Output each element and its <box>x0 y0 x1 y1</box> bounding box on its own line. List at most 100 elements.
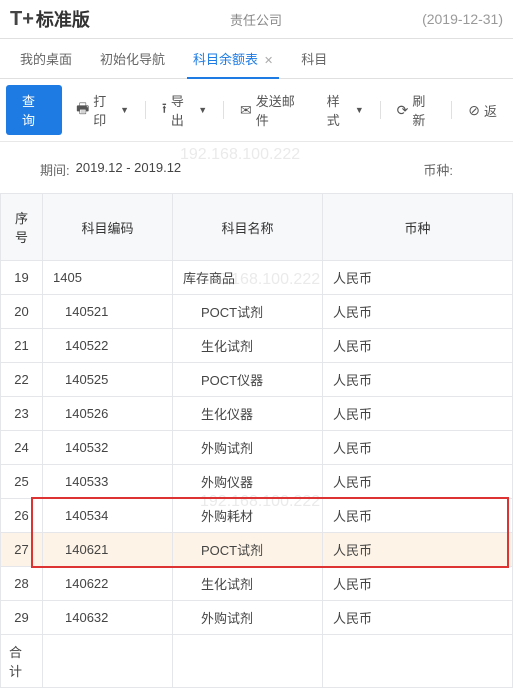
cell-code: 140532 <box>43 431 173 465</box>
table-row[interactable]: 22140525POCT仪器人民币 <box>1 363 513 397</box>
table-container: 192.168.100.222 192.168.100.222 序号 科目编码 … <box>0 193 513 688</box>
cell-seq: 26 <box>1 499 43 533</box>
company-name: 责任公司 <box>90 10 422 29</box>
cell-name: 外购耗材 <box>173 499 323 533</box>
print-button[interactable]: 🖶 打印 ▼ <box>66 85 139 135</box>
total-currency <box>323 635 513 688</box>
cell-code: 1405 <box>43 261 173 295</box>
tab-bar: 我的桌面初始化导航科目余额表✕科目 <box>0 39 513 79</box>
cell-currency: 人民币 <box>323 499 513 533</box>
cell-seq: 27 <box>1 533 43 567</box>
cell-seq: 19 <box>1 261 43 295</box>
cell-code: 140521 <box>43 295 173 329</box>
refresh-label: 刷新 <box>412 91 435 129</box>
cell-name: 库存商品 <box>173 261 323 295</box>
period-label: 期间: <box>40 160 70 179</box>
col-name[interactable]: 科目名称 <box>173 194 323 261</box>
cell-seq: 24 <box>1 431 43 465</box>
close-icon[interactable]: ✕ <box>264 55 273 67</box>
cell-code: 140526 <box>43 397 173 431</box>
cell-name: 生化试剂 <box>173 329 323 363</box>
sendmail-label: 发送邮件 <box>256 91 303 129</box>
back-icon: ⊘ <box>468 102 480 119</box>
logo-prefix: T+ <box>10 8 34 31</box>
table-row[interactable]: 20140521POCT试剂人民币 <box>1 295 513 329</box>
table-row[interactable]: 27140621POCT试剂人民币 <box>1 533 513 567</box>
cell-code: 140525 <box>43 363 173 397</box>
cell-name: 生化仪器 <box>173 397 323 431</box>
cell-currency: 人民币 <box>323 465 513 499</box>
cell-name: 生化试剂 <box>173 567 323 601</box>
table-footer-row: 合计 <box>1 635 513 688</box>
cell-seq: 29 <box>1 601 43 635</box>
cell-currency: 人民币 <box>323 397 513 431</box>
tab-0[interactable]: 我的桌面 <box>6 39 86 78</box>
cell-currency: 人民币 <box>323 533 513 567</box>
tab-2[interactable]: 科目余额表✕ <box>179 39 287 78</box>
cell-currency: 人民币 <box>323 295 513 329</box>
app-header: T+ 标准版 责任公司 (2019-12-31) <box>0 0 513 39</box>
table-row[interactable]: 191405库存商品人民币 <box>1 261 513 295</box>
export-label: 导出 <box>171 91 193 129</box>
refresh-icon: ⟳ <box>397 102 409 119</box>
table-row[interactable]: 28140622生化试剂人民币 <box>1 567 513 601</box>
back-label: 返 <box>484 101 497 120</box>
header-date: (2019-12-31) <box>422 11 503 27</box>
cell-code: 140632 <box>43 601 173 635</box>
export-button[interactable]: ⭱ 导出 ▼ <box>152 85 217 135</box>
divider <box>145 101 146 119</box>
cell-seq: 23 <box>1 397 43 431</box>
col-code[interactable]: 科目编码 <box>43 194 173 261</box>
logo-text: 标准版 <box>36 6 90 32</box>
total-code <box>43 635 173 688</box>
tab-1[interactable]: 初始化导航 <box>86 39 179 78</box>
cell-currency: 人民币 <box>323 601 513 635</box>
tab-3[interactable]: 科目 <box>287 39 341 78</box>
chevron-down-icon: ▼ <box>355 105 364 115</box>
divider <box>451 101 452 119</box>
cell-currency: 人民币 <box>323 363 513 397</box>
cell-seq: 28 <box>1 567 43 601</box>
table-row[interactable]: 26140534外购耗材人民币 <box>1 499 513 533</box>
mail-icon: ✉ <box>240 102 252 119</box>
cell-code: 140621 <box>43 533 173 567</box>
divider <box>380 101 381 119</box>
cell-code: 140533 <box>43 465 173 499</box>
info-bar: 期间: 2019.12 - 2019.12 币种: <box>0 142 513 193</box>
query-button[interactable]: 查询 <box>6 85 62 135</box>
style-button[interactable]: 样式 ▼ <box>317 85 374 135</box>
table-row[interactable]: 23140526生化仪器人民币 <box>1 397 513 431</box>
cell-name: POCT试剂 <box>173 533 323 567</box>
cell-name: 外购仪器 <box>173 465 323 499</box>
period-value: 2019.12 - 2019.12 <box>76 160 182 179</box>
cell-name: POCT试剂 <box>173 295 323 329</box>
refresh-button[interactable]: ⟳ 刷新 <box>387 85 446 135</box>
cell-seq: 22 <box>1 363 43 397</box>
cell-name: 外购试剂 <box>173 601 323 635</box>
table-row[interactable]: 29140632外购试剂人民币 <box>1 601 513 635</box>
print-label: 打印 <box>93 91 115 129</box>
print-icon: 🖶 <box>76 98 89 122</box>
cell-name: POCT仪器 <box>173 363 323 397</box>
table-row[interactable]: 25140533外购仪器人民币 <box>1 465 513 499</box>
cell-seq: 20 <box>1 295 43 329</box>
back-button[interactable]: ⊘ 返 <box>458 95 507 126</box>
cell-seq: 25 <box>1 465 43 499</box>
toolbar: 查询 🖶 打印 ▼ ⭱ 导出 ▼ ✉ 发送邮件 样式 ▼ ⟳ 刷新 ⊘ 返 <box>0 79 513 142</box>
cell-currency: 人民币 <box>323 329 513 363</box>
cell-name: 外购试剂 <box>173 431 323 465</box>
cell-currency: 人民币 <box>323 431 513 465</box>
export-icon: ⭱ <box>162 98 167 122</box>
col-seq[interactable]: 序号 <box>1 194 43 261</box>
cell-code: 140522 <box>43 329 173 363</box>
table-row[interactable]: 21140522生化试剂人民币 <box>1 329 513 363</box>
total-name <box>173 635 323 688</box>
cell-currency: 人民币 <box>323 261 513 295</box>
cell-seq: 21 <box>1 329 43 363</box>
col-currency[interactable]: 币种 <box>323 194 513 261</box>
sendmail-button[interactable]: ✉ 发送邮件 <box>230 85 313 135</box>
cell-currency: 人民币 <box>323 567 513 601</box>
table-row[interactable]: 24140532外购试剂人民币 <box>1 431 513 465</box>
divider <box>223 101 224 119</box>
chevron-down-icon: ▼ <box>198 105 207 115</box>
